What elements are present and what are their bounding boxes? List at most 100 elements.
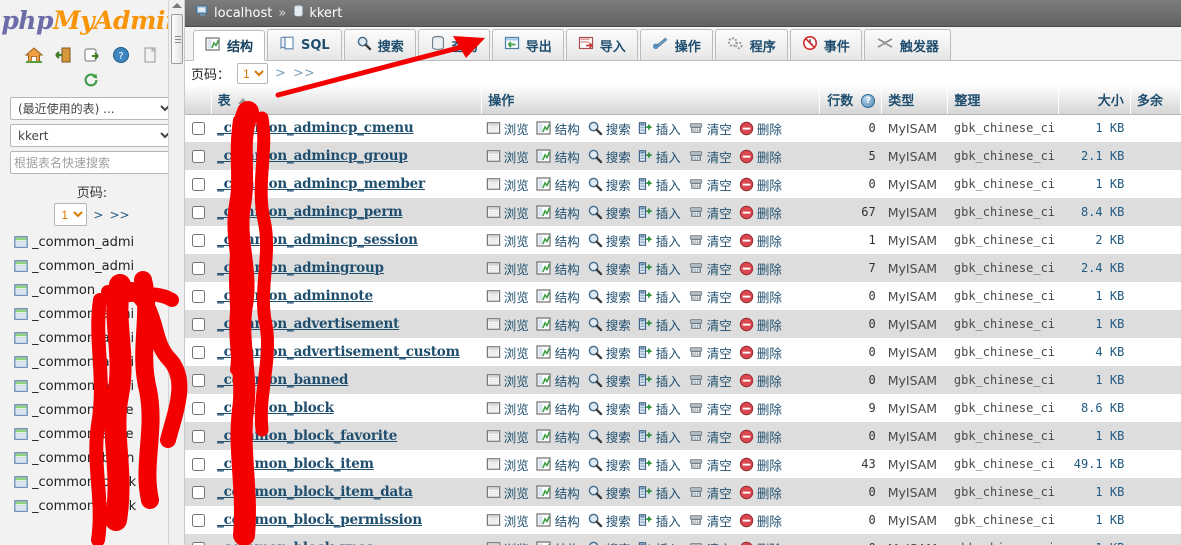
row-action-browse[interactable]: 浏览 bbox=[486, 147, 529, 166]
help-icon[interactable]: ? bbox=[111, 45, 131, 65]
row-action-insert[interactable]: 插入 bbox=[638, 483, 681, 502]
row-action-insert[interactable]: 插入 bbox=[638, 203, 681, 222]
sidebar-table-item[interactable]: _common_admi bbox=[14, 326, 184, 350]
row-action-browse[interactable]: 浏览 bbox=[486, 455, 529, 474]
row-action-empty[interactable]: 清空 bbox=[688, 119, 732, 138]
row-action-browse[interactable]: 浏览 bbox=[486, 371, 529, 390]
row-checkbox[interactable] bbox=[191, 345, 205, 359]
row-action-empty[interactable]: 清空 bbox=[688, 175, 732, 194]
row-action-drop[interactable]: 删除 bbox=[739, 287, 782, 306]
row-action-structure[interactable]: 结构 bbox=[536, 259, 580, 278]
table-name-link[interactable]: _common_block_favorite bbox=[217, 428, 397, 444]
phpmyadmin-logo[interactable]: phpMyAdmin bbox=[0, 0, 184, 37]
row-action-search[interactable]: 搜索 bbox=[587, 427, 631, 446]
pager-next-link[interactable]: > bbox=[275, 66, 286, 81]
row-checkbox[interactable] bbox=[191, 233, 205, 247]
row-checkbox[interactable] bbox=[191, 373, 205, 387]
tab-search[interactable]: 搜索 bbox=[343, 29, 416, 60]
tab-events[interactable]: 事件 bbox=[789, 29, 862, 60]
row-checkbox[interactable] bbox=[191, 457, 205, 471]
table-row[interactable]: _common_adminnote 浏览 结构 搜索 插入 清空 删除 0 MyISAM gbk_… bbox=[185, 282, 1181, 310]
row-action-structure[interactable]: 结构 bbox=[536, 427, 580, 446]
row-action-drop[interactable]: 删除 bbox=[739, 371, 782, 390]
row-checkbox[interactable] bbox=[191, 205, 205, 219]
row-action-search[interactable]: 搜索 bbox=[587, 371, 631, 390]
table-row[interactable]: _common_admincp_perm 浏览 结构 搜索 插入 清空 删除 67 MyISAM… bbox=[185, 198, 1181, 226]
sidebar-table-item[interactable]: _common_adve bbox=[14, 422, 184, 446]
row-action-browse[interactable]: 浏览 bbox=[486, 259, 529, 278]
row-action-search[interactable]: 搜索 bbox=[587, 539, 631, 545]
sidebar-scrollbar[interactable] bbox=[168, 0, 184, 545]
row-action-empty[interactable]: 清空 bbox=[688, 147, 732, 166]
row-action-empty[interactable]: 清空 bbox=[688, 343, 732, 362]
row-action-drop[interactable]: 删除 bbox=[739, 427, 782, 446]
row-checkbox[interactable] bbox=[191, 177, 205, 191]
database-select[interactable]: kkert bbox=[10, 124, 174, 147]
row-action-insert[interactable]: 插入 bbox=[638, 231, 681, 250]
row-action-browse[interactable]: 浏览 bbox=[486, 175, 529, 194]
row-checkbox[interactable] bbox=[191, 289, 205, 303]
row-action-search[interactable]: 搜索 bbox=[587, 287, 631, 306]
row-action-structure[interactable]: 结构 bbox=[536, 315, 580, 334]
row-action-insert[interactable]: 插入 bbox=[638, 399, 681, 418]
row-checkbox[interactable] bbox=[191, 401, 205, 415]
row-action-empty[interactable]: 清空 bbox=[688, 287, 732, 306]
row-action-structure[interactable]: 结构 bbox=[536, 483, 580, 502]
table-row[interactable]: _common_block_permission 浏览 结构 搜索 插入 清空 删除 0 MyI… bbox=[185, 506, 1181, 534]
sidebar-table-item[interactable]: _common_block bbox=[14, 470, 184, 494]
row-action-insert[interactable]: 插入 bbox=[638, 539, 681, 545]
row-action-drop[interactable]: 删除 bbox=[739, 147, 782, 166]
table-row[interactable]: _common_banned 浏览 结构 搜索 插入 清空 删除 0 MyISAM gbk_chi… bbox=[185, 366, 1181, 394]
sidebar-table-item[interactable]: _common_admi bbox=[14, 302, 184, 326]
pager-last-link[interactable]: >> bbox=[293, 66, 315, 81]
table-row[interactable]: _common_admincp_member 浏览 结构 搜索 插入 清空 删除 0 MyISA… bbox=[185, 170, 1181, 198]
table-row[interactable]: _common_block_item 浏览 结构 搜索 插入 清空 删除 43 MyISAM gb… bbox=[185, 450, 1181, 478]
sidebar-table-item[interactable]: _common_admi bbox=[14, 350, 184, 374]
row-action-empty[interactable]: 清空 bbox=[688, 427, 732, 446]
table-name-link[interactable]: _common_admincp_cmenu bbox=[217, 120, 414, 136]
table-name-link[interactable]: _common_block_permission bbox=[217, 512, 422, 528]
row-action-search[interactable]: 搜索 bbox=[587, 483, 631, 502]
table-row[interactable]: _common_block_favorite 浏览 结构 搜索 插入 清空 删除 0 MyISA… bbox=[185, 422, 1181, 450]
row-action-search[interactable]: 搜索 bbox=[587, 399, 631, 418]
row-action-structure[interactable]: 结构 bbox=[536, 399, 580, 418]
row-action-empty[interactable]: 清空 bbox=[688, 259, 732, 278]
row-action-drop[interactable]: 删除 bbox=[739, 119, 782, 138]
recent-tables-select[interactable]: (最近使用的表) ... bbox=[10, 97, 174, 120]
row-action-search[interactable]: 搜索 bbox=[587, 231, 631, 250]
row-action-search[interactable]: 搜索 bbox=[587, 203, 631, 222]
table-name-link[interactable]: _common_block_item_data bbox=[217, 484, 413, 500]
row-checkbox[interactable] bbox=[191, 261, 205, 275]
row-checkbox[interactable] bbox=[191, 121, 205, 135]
table-name-link[interactable]: _common_admincp_perm bbox=[217, 204, 403, 220]
row-action-browse[interactable]: 浏览 bbox=[486, 427, 529, 446]
row-action-insert[interactable]: 插入 bbox=[638, 175, 681, 194]
row-action-insert[interactable]: 插入 bbox=[638, 119, 681, 138]
table-name-link[interactable]: _common_advertisement_custom bbox=[217, 344, 460, 360]
row-action-browse[interactable]: 浏览 bbox=[486, 511, 529, 530]
docs-icon[interactable] bbox=[140, 45, 160, 65]
table-name-link[interactable]: _common_advertisement bbox=[217, 316, 399, 332]
table-row[interactable]: _common_admincp_session 浏览 结构 搜索 插入 清空 删除 1 MyIS… bbox=[185, 226, 1181, 254]
row-action-drop[interactable]: 删除 bbox=[739, 231, 782, 250]
row-action-empty[interactable]: 清空 bbox=[688, 231, 732, 250]
sidebar-table-item[interactable]: _common_bann bbox=[14, 446, 184, 470]
row-action-drop[interactable]: 删除 bbox=[739, 511, 782, 530]
row-action-empty[interactable]: 清空 bbox=[688, 399, 732, 418]
row-action-empty[interactable]: 清空 bbox=[688, 483, 732, 502]
refresh-icon[interactable] bbox=[82, 71, 102, 91]
row-action-search[interactable]: 搜索 bbox=[587, 175, 631, 194]
row-checkbox[interactable] bbox=[191, 317, 205, 331]
sidebar-table-item[interactable]: _common_admi bbox=[14, 254, 184, 278]
row-action-browse[interactable]: 浏览 bbox=[486, 119, 529, 138]
row-action-insert[interactable]: 插入 bbox=[638, 371, 681, 390]
row-checkbox[interactable] bbox=[191, 429, 205, 443]
row-action-search[interactable]: 搜索 bbox=[587, 119, 631, 138]
row-checkbox[interactable] bbox=[191, 513, 205, 527]
row-action-browse[interactable]: 浏览 bbox=[486, 399, 529, 418]
table-row[interactable]: _common_block_xpos 浏览 结构 搜索 插入 清空 删除 0MyISAMgbk… bbox=[185, 534, 1181, 545]
breadcrumb-database[interactable]: kkert bbox=[309, 6, 342, 21]
row-action-browse[interactable]: 浏览 bbox=[486, 231, 529, 250]
scrollbar-thumb[interactable] bbox=[171, 14, 183, 64]
table-row[interactable]: _common_admincp_group 浏览 结构 搜索 插入 清空 删除 5 MyISAM… bbox=[185, 142, 1181, 170]
